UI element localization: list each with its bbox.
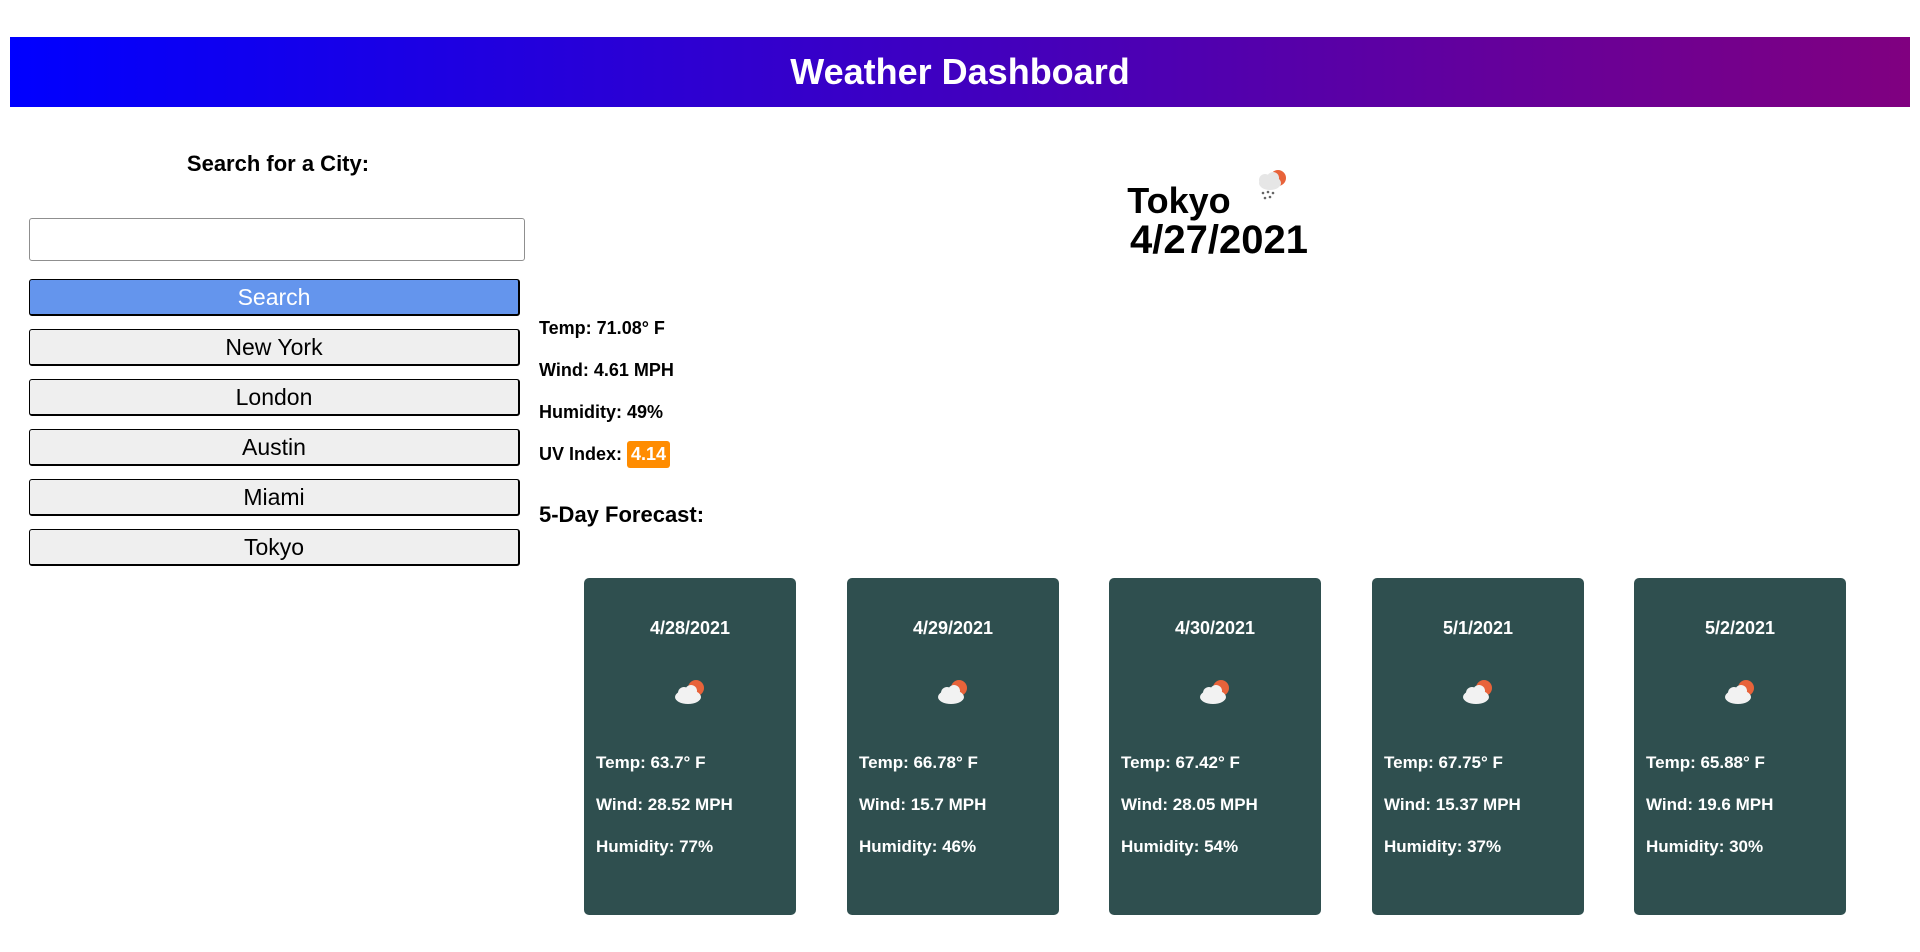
forecast-date: 4/30/2021 <box>1174 618 1256 638</box>
history-button-london[interactable]: London <box>29 379 520 416</box>
page-title: Weather Dashboard <box>790 51 1130 92</box>
forecast-card: 5/2/2021 Temp: 65.88° F Wind: 19.6 MPH H… <box>1634 578 1846 915</box>
partly-cloudy-icon <box>1109 678 1321 706</box>
forecast-temp: Temp: 67.75° F <box>1384 753 1503 772</box>
forecast-temp: Temp: 66.78° F <box>859 753 978 772</box>
history-button-austin[interactable]: Austin <box>29 429 520 466</box>
current-uv: UV Index: 4.14 <box>539 433 674 475</box>
forecast-cards: 4/28/2021 Temp: 63.7° F Wind: 28.52 MPH … <box>584 578 1846 915</box>
header-banner: Weather Dashboard <box>10 37 1910 107</box>
history-button-miami[interactable]: Miami <box>29 479 520 516</box>
search-label: Search for a City: <box>186 151 370 176</box>
current-wind: Wind: 4.61 MPH <box>539 359 674 380</box>
forecast-card: 4/29/2021 Temp: 66.78° F Wind: 15.7 MPH … <box>847 578 1059 915</box>
current-temp: Temp: 71.08° F <box>539 317 665 338</box>
forecast-title: 5-Day Forecast: <box>539 502 705 527</box>
forecast-humidity: Humidity: 37% <box>1384 837 1502 856</box>
search-button[interactable]: Search <box>29 279 520 316</box>
forecast-humidity: Humidity: 54% <box>1121 837 1239 856</box>
forecast-temp: Temp: 67.42° F <box>1121 753 1240 772</box>
current-city-name: Tokyo <box>1127 180 1231 221</box>
city-search-input[interactable] <box>29 218 525 261</box>
forecast-temp: Temp: 65.88° F <box>1646 753 1765 772</box>
current-humidity: Humidity: 49% <box>539 401 664 422</box>
forecast-humidity: Humidity: 46% <box>859 837 977 856</box>
forecast-temp: Temp: 63.7° F <box>596 753 706 772</box>
forecast-card: 4/28/2021 Temp: 63.7° F Wind: 28.52 MPH … <box>584 578 796 915</box>
forecast-wind: Wind: 15.7 MPH <box>859 795 987 814</box>
forecast-wind: Wind: 28.52 MPH <box>596 795 733 814</box>
current-stats: Temp: 71.08° F Wind: 4.61 MPH Humidity: … <box>539 307 674 475</box>
forecast-date: 4/28/2021 <box>649 618 731 638</box>
history-button-tokyo[interactable]: Tokyo <box>29 529 520 566</box>
sidebar: Search for a City: Search New York Londo… <box>29 140 527 566</box>
uv-label: UV Index: <box>539 443 623 464</box>
partly-cloudy-icon <box>847 678 1059 706</box>
forecast-card: 4/30/2021 Temp: 67.42° F Wind: 28.05 MPH… <box>1109 578 1321 915</box>
forecast-wind: Wind: 19.6 MPH <box>1646 795 1774 814</box>
partly-cloudy-icon <box>1634 678 1846 706</box>
forecast-wind: Wind: 28.05 MPH <box>1121 795 1258 814</box>
forecast-card: 5/1/2021 Temp: 67.75° F Wind: 15.37 MPH … <box>1372 578 1584 915</box>
forecast-date: 5/2/2021 <box>1704 618 1776 638</box>
uv-index-badge: 4.14 <box>627 440 671 468</box>
forecast-date: 5/1/2021 <box>1442 618 1514 638</box>
history-button-new-york[interactable]: New York <box>29 329 520 366</box>
current-date: 4/27/2021 <box>1130 218 1308 262</box>
forecast-wind: Wind: 15.37 MPH <box>1384 795 1521 814</box>
partly-cloudy-icon <box>584 678 796 706</box>
forecast-humidity: Humidity: 30% <box>1646 837 1764 856</box>
forecast-date: 4/29/2021 <box>912 618 994 638</box>
forecast-humidity: Humidity: 77% <box>596 837 714 856</box>
current-weather-heading: Tokyo 4/27/2021 <box>1110 170 1308 263</box>
snow-sun-icon <box>1253 166 1291 213</box>
partly-cloudy-icon <box>1372 678 1584 706</box>
